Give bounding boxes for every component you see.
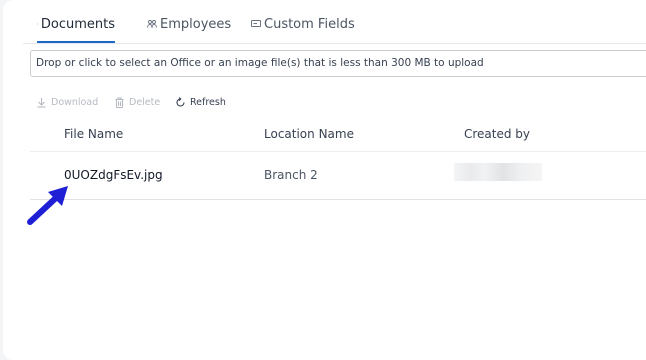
upload-hint: Drop or click to select an Office or an … xyxy=(36,57,484,69)
refresh-icon xyxy=(176,97,185,107)
table-header: File Name Location Name Created by xyxy=(30,117,646,152)
tab-documents[interactable]: Documents xyxy=(37,17,115,43)
table-row[interactable]: 0UOZdgFsEv.jpg Branch 2 xyxy=(30,152,646,200)
delete-label: Delete xyxy=(129,97,161,108)
refresh-button[interactable]: Refresh xyxy=(175,97,226,108)
column-header-created-by[interactable]: Created by xyxy=(464,127,530,141)
document-icon xyxy=(37,23,38,25)
created-by-redacted xyxy=(454,163,542,181)
refresh-label: Refresh xyxy=(190,97,226,108)
people-icon xyxy=(147,20,157,28)
tab-label: Custom Fields xyxy=(264,17,355,32)
tab-bar: Documents Employees Custom Fields xyxy=(23,0,646,44)
location-cell: Branch 2 xyxy=(264,168,318,182)
column-header-file-name[interactable]: File Name xyxy=(64,127,123,141)
file-name-cell[interactable]: 0UOZdgFsEv.jpg xyxy=(64,168,163,182)
upload-dropzone[interactable]: Drop or click to select an Office or an … xyxy=(30,50,646,77)
trash-icon xyxy=(115,97,124,108)
tab-label: Documents xyxy=(40,17,115,32)
delete-button[interactable]: Delete xyxy=(114,97,160,108)
tab-custom-fields[interactable]: Custom Fields xyxy=(251,17,355,43)
download-label: Download xyxy=(51,97,99,108)
tab-label: Employees xyxy=(160,17,232,32)
download-icon xyxy=(37,98,46,108)
annotation-arrow xyxy=(27,186,68,225)
download-button[interactable]: Download xyxy=(36,97,98,108)
field-icon xyxy=(251,20,261,27)
tab-employees[interactable]: Employees xyxy=(147,17,231,43)
column-header-location-name[interactable]: Location Name xyxy=(264,127,354,141)
documents-table: File Name Location Name Created by 0UOZd… xyxy=(30,117,646,200)
